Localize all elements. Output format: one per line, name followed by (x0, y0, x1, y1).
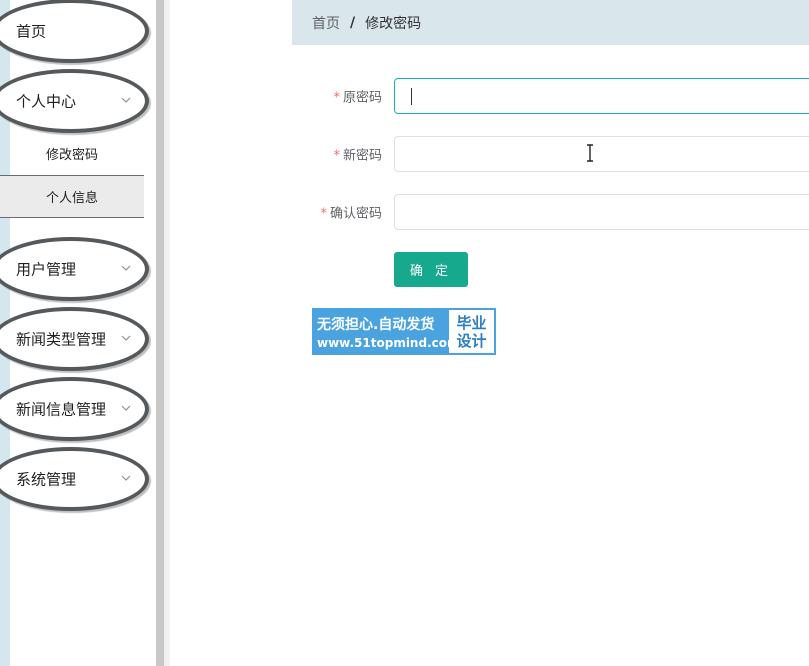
sidebar-item-user-management[interactable]: 用户管理 (0, 237, 149, 301)
new-password-label-text: 新密码 (342, 148, 382, 164)
sidebar-subitem-label: 修改密码 (45, 148, 98, 163)
sidebar-subitem-label: 个人信息 (45, 191, 98, 206)
breadcrumb-current: 修改密码 (365, 15, 422, 32)
text-caret (411, 88, 412, 105)
ad-banner-line1: 无须担心.自动发货 (317, 316, 435, 333)
required-mark: * (333, 148, 340, 164)
ad-banner[interactable]: 无须担心.自动发货 www.51topmind.com 毕业 设计 (312, 308, 496, 355)
new-password-label: * 新密码 (333, 145, 382, 164)
confirm-password-label-text: 确认密码 (329, 206, 382, 222)
sidebar-item-label: 新闻信息管理 (16, 400, 107, 419)
sidebar-scrollbar[interactable] (156, 0, 170, 666)
form-row-confirm-password: * 确认密码 (292, 194, 809, 230)
breadcrumb-home-link[interactable]: 首页 (312, 13, 340, 33)
chevron-down-icon (121, 97, 131, 103)
confirm-password-input[interactable] (394, 194, 809, 230)
required-mark: * (333, 90, 340, 106)
sidebar-item-system-management[interactable]: 系统管理 (0, 447, 149, 511)
ad-banner-left: 无须担心.自动发货 www.51topmind.com (312, 308, 460, 355)
sidebar-item-label: 系统管理 (16, 470, 77, 489)
confirm-button[interactable]: 确 定 (394, 252, 468, 287)
sidebar-item-news-info-management[interactable]: 新闻信息管理 (0, 377, 149, 441)
old-password-label: * 原密码 (333, 87, 382, 106)
sidebar-item-label: 用户管理 (16, 260, 77, 279)
sidebar-item-home[interactable]: 首页 (0, 0, 149, 63)
old-password-label-text: 原密码 (342, 90, 382, 106)
chevron-down-icon (121, 265, 131, 271)
text-cursor-icon (587, 144, 593, 162)
ad-banner-url: www.51topmind.com (317, 335, 460, 350)
new-password-input[interactable] (394, 136, 809, 172)
form-row-new-password: * 新密码 (292, 136, 809, 172)
confirm-password-label: * 确认密码 (320, 203, 382, 222)
sidebar-item-news-type-management[interactable]: 新闻类型管理 (0, 307, 149, 371)
form-row-old-password: * 原密码 (292, 78, 809, 114)
old-password-input[interactable] (394, 78, 809, 114)
chevron-down-icon (121, 335, 131, 341)
sidebar-item-personal-center[interactable]: 个人中心 (0, 69, 149, 133)
breadcrumb-separator: / (350, 14, 356, 31)
sidebar-item-label: 首页 (16, 22, 47, 41)
sidebar: 首页 个人中心 修改密码 个人信息 用户管理 新闻类型管理 新闻信息管理 系统管… (0, 0, 156, 666)
chevron-down-icon (121, 475, 131, 481)
ad-banner-right-line2: 设计 (456, 331, 487, 350)
chevron-down-icon (121, 405, 131, 411)
ad-banner-right-line1: 毕业 (456, 313, 487, 332)
breadcrumb: 首页 / 修改密码 (292, 0, 809, 45)
sidebar-item-label: 新闻类型管理 (16, 330, 107, 349)
sidebar-subitem-change-password[interactable]: 修改密码 (0, 132, 144, 175)
app-window: 首页 个人中心 修改密码 个人信息 用户管理 新闻类型管理 新闻信息管理 系统管… (0, 0, 809, 666)
sidebar-item-label: 个人中心 (16, 92, 77, 111)
sidebar-subitem-personal-info[interactable]: 个人信息 (0, 175, 144, 218)
ad-banner-right: 毕业 设计 (449, 310, 494, 353)
required-mark: * (320, 206, 327, 222)
